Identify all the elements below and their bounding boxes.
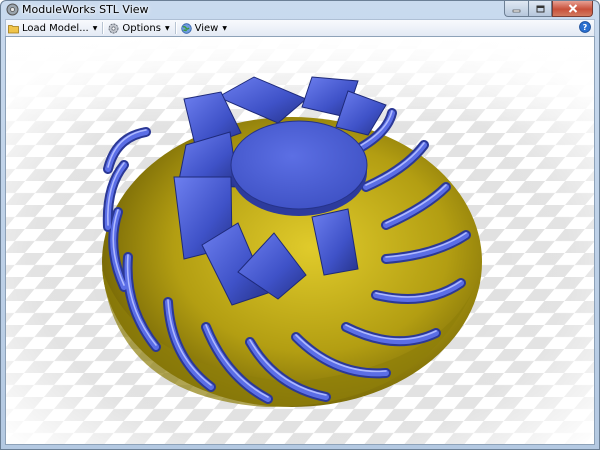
top-fade [6,37,594,127]
impeller-top-cap [230,120,368,216]
close-icon [568,4,577,13]
toolbar-separator [102,22,105,34]
load-model-button[interactable]: Load Model... ▼ [6,21,100,36]
toolbar: Load Model... ▼ Options ▼ View ▼ ? [5,19,595,36]
chevron-down-icon: ▼ [222,24,227,32]
help-icon[interactable]: ? [579,21,591,33]
title-bar[interactable]: ModuleWorks STL View [1,1,599,19]
gear-app-icon [6,3,19,16]
maximize-button[interactable] [528,1,552,17]
caption-buttons [504,1,593,18]
impeller-model[interactable] [6,37,595,445]
toolbar-separator [174,22,177,34]
view-label: View [194,22,219,34]
close-button[interactable] [552,1,593,17]
globe-icon [180,22,192,34]
app-window: ModuleWorks STL View Load Model... ▼ Opt… [0,0,600,450]
minimize-icon [512,9,521,12]
chevron-down-icon: ▼ [92,24,98,32]
load-model-label: Load Model... [22,22,89,34]
folder-icon [8,24,19,33]
options-button[interactable]: Options ▼ [106,21,172,36]
gear-icon [108,23,119,33]
chevron-down-icon: ▼ [164,24,170,32]
maximize-icon [536,5,544,12]
view-button[interactable]: View ▼ [179,21,230,36]
svg-text:?: ? [583,23,588,32]
options-label: Options [122,22,161,34]
minimize-button[interactable] [504,1,528,17]
window-title: ModuleWorks STL View [22,3,149,16]
3d-viewport[interactable] [5,36,595,445]
